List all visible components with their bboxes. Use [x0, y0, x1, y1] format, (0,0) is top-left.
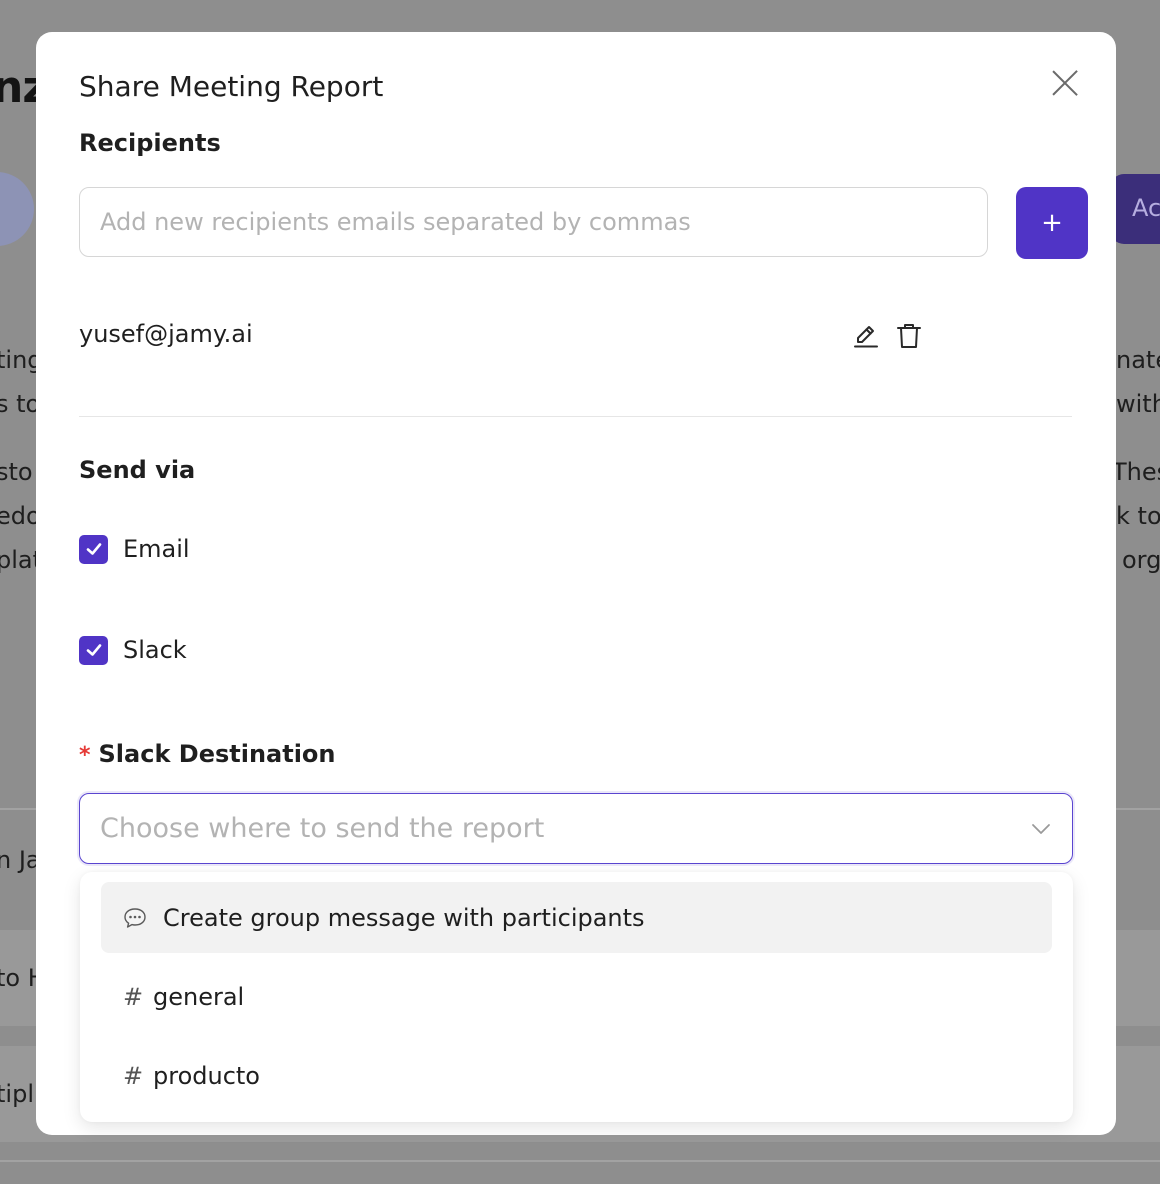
- dropdown-option-general[interactable]: # general: [101, 961, 1052, 1032]
- slack-option-label: Slack: [123, 636, 187, 664]
- slack-destination-label-text: Slack Destination: [98, 740, 336, 768]
- dropdown-option-group-message[interactable]: Create group message with participants: [101, 882, 1052, 953]
- recipients-label: Recipients: [79, 129, 221, 157]
- recipients-email-input[interactable]: [79, 187, 988, 257]
- send-via-label: Send via: [79, 456, 196, 484]
- close-icon[interactable]: [1048, 66, 1082, 100]
- background-text: org: [1122, 546, 1160, 574]
- recipient-email: yusef@jamy.ai: [79, 320, 253, 348]
- background-text: edo: [0, 502, 41, 530]
- modal-title: Share Meeting Report: [79, 70, 384, 103]
- hash-icon: #: [123, 1061, 144, 1090]
- background-text: k to: [1116, 502, 1160, 530]
- trash-icon[interactable]: [895, 322, 923, 350]
- background-add-button: Ac: [1110, 174, 1160, 244]
- required-indicator: *: [79, 743, 91, 768]
- dropdown-option-label: producto: [153, 1061, 260, 1090]
- background-avatar: [0, 172, 34, 246]
- select-placeholder: Choose where to send the report: [100, 813, 545, 844]
- recipient-row: yusef@jamy.ai: [79, 314, 1029, 358]
- slack-checkbox-row[interactable]: Slack: [79, 634, 187, 666]
- background-text: withi: [1116, 390, 1160, 418]
- slack-destination-label: * Slack Destination: [79, 740, 336, 768]
- background-text: tipl: [0, 1080, 34, 1108]
- email-option-label: Email: [123, 535, 190, 563]
- dropdown-option-label: general: [153, 982, 245, 1011]
- section-divider: [79, 416, 1072, 417]
- email-checkbox-row[interactable]: Email: [79, 533, 190, 565]
- dropdown-option-producto[interactable]: # producto: [101, 1040, 1052, 1111]
- chevron-down-icon: [1030, 818, 1052, 840]
- chat-bubble-icon: [123, 906, 147, 930]
- pencil-icon[interactable]: [852, 322, 880, 350]
- dropdown-option-label: Create group message with participants: [163, 903, 645, 932]
- share-report-modal: Share Meeting Report Recipients + yusef@…: [36, 32, 1116, 1135]
- background-text: s to: [0, 390, 41, 418]
- background-text: Thes: [1112, 458, 1160, 486]
- email-checkbox[interactable]: [79, 534, 108, 564]
- background-text: nate: [1116, 346, 1160, 374]
- slack-checkbox[interactable]: [79, 635, 108, 665]
- slack-destination-dropdown: Create group message with participants #…: [80, 872, 1073, 1122]
- background-divider: [0, 1160, 1160, 1162]
- slack-destination-select[interactable]: Choose where to send the report: [79, 793, 1073, 864]
- add-recipient-button[interactable]: +: [1016, 187, 1088, 259]
- background-text: sto: [0, 458, 33, 486]
- hash-icon: #: [123, 982, 144, 1011]
- background-text: n Ja: [0, 846, 41, 874]
